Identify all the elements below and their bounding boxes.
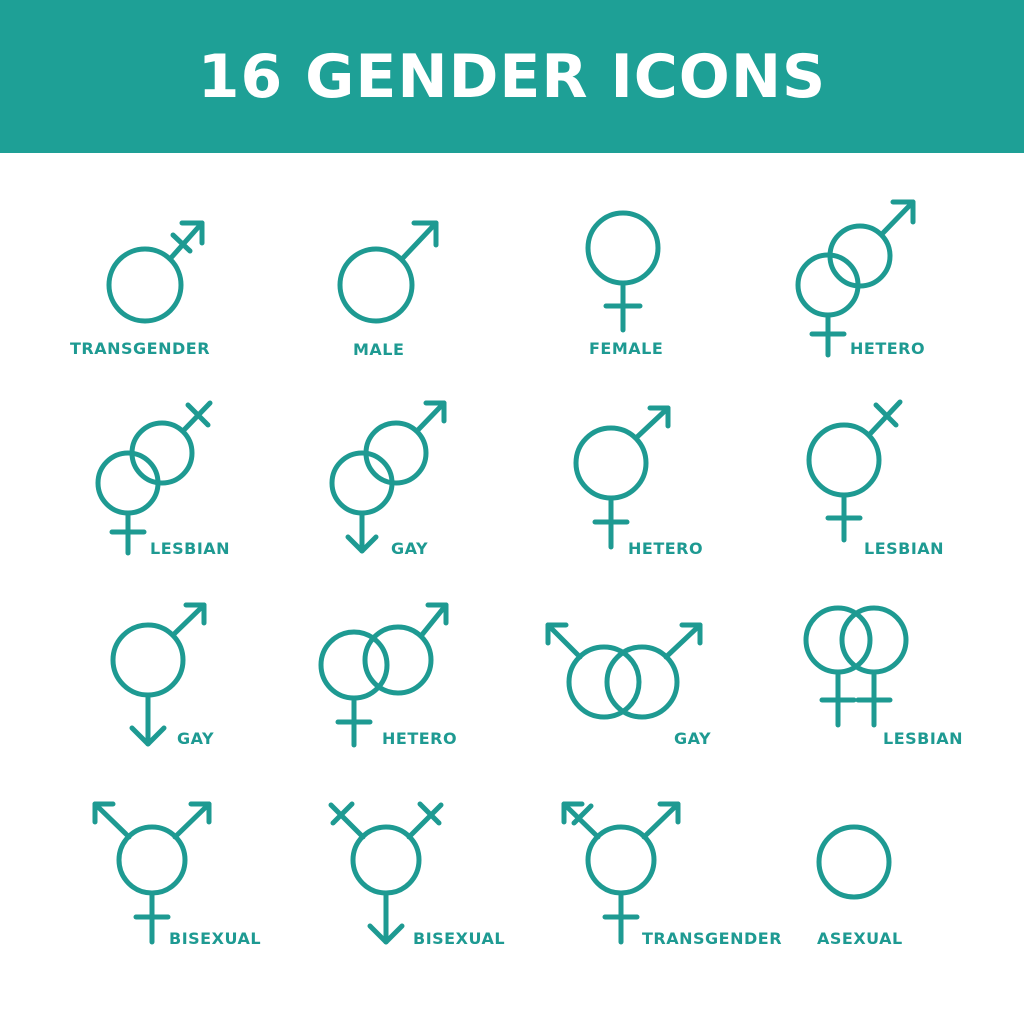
bisexual-icon <box>328 801 444 945</box>
icon-label-asexual: ASEXUAL <box>817 929 903 948</box>
icon-label-female: FEMALE <box>589 339 664 358</box>
hetero-icon <box>795 199 916 358</box>
icon-label-transgender: TRANSGENDER <box>70 339 211 358</box>
icon-label-hetero: HETERO <box>382 729 458 748</box>
icon-label-lesbian: LESBIAN <box>150 539 231 558</box>
lesbian-icon <box>803 605 909 728</box>
hetero-icon <box>318 602 449 748</box>
gay-icon <box>545 622 703 720</box>
female-icon <box>585 210 661 333</box>
icon-label-hetero: HETERO <box>850 339 926 358</box>
lesbian-icon <box>806 399 903 543</box>
asexual-icon <box>816 824 892 900</box>
lesbian-icon <box>95 400 213 556</box>
icon-label-lesbian: LESBIAN <box>883 729 964 748</box>
bisexual-icon <box>92 801 212 945</box>
icons-canvas <box>92 199 916 945</box>
icon-label-male: MALE <box>353 340 405 359</box>
icon-label-lesbian: LESBIAN <box>864 539 945 558</box>
icon-label-bisexual: BISEXUAL <box>169 929 262 948</box>
transgender-icon <box>561 801 681 945</box>
gay-icon <box>329 400 447 554</box>
icon-label-gay: GAY <box>391 539 429 558</box>
gay-icon <box>110 602 207 747</box>
male-icon <box>337 220 439 324</box>
icon-label-gay: GAY <box>177 729 215 748</box>
transgender-icon <box>106 220 205 324</box>
icon-label-bisexual: BISEXUAL <box>413 929 506 948</box>
icon-label-hetero: HETERO <box>628 539 704 558</box>
icon-label-gay: GAY <box>674 729 712 748</box>
icon-label-transgender: TRANSGENDER <box>642 929 783 948</box>
hetero-icon <box>573 405 671 550</box>
